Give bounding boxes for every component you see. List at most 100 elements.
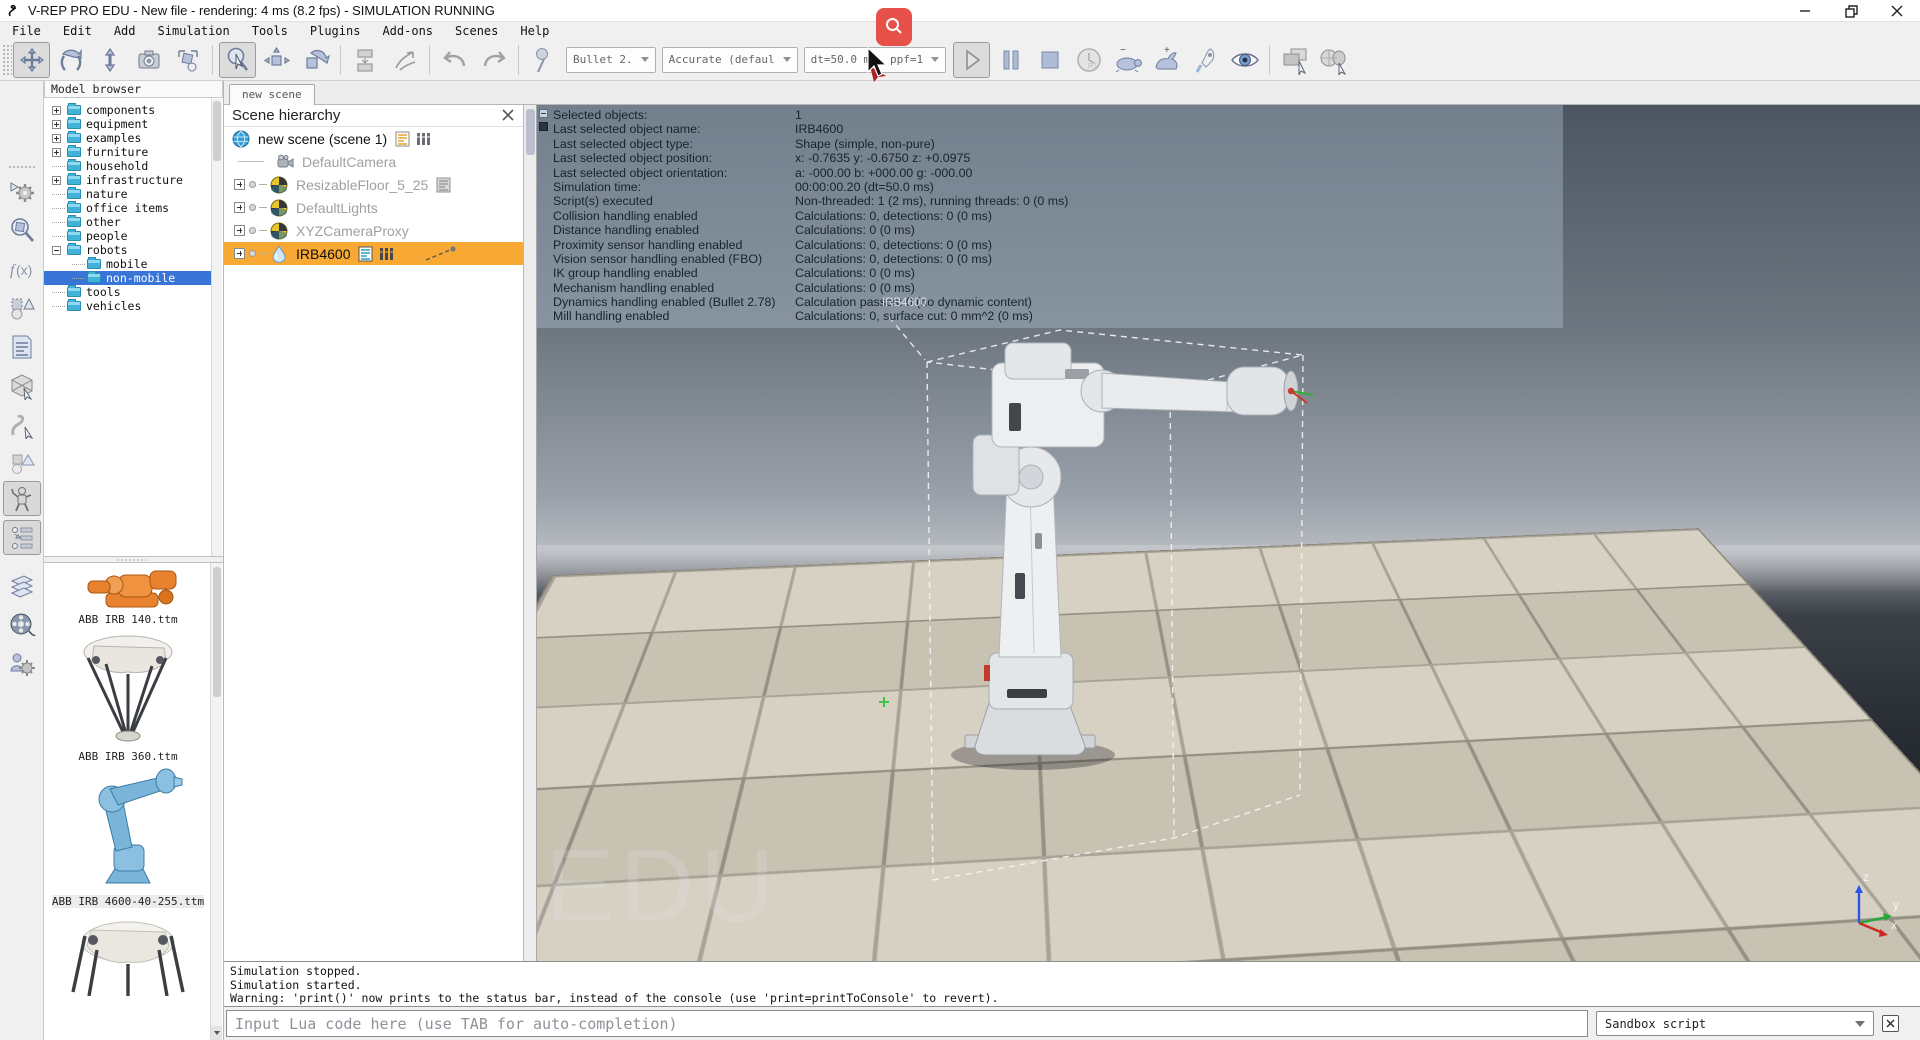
tab-new-scene[interactable]: new scene [229,84,315,105]
tree-item-household[interactable]: household [44,159,212,173]
toolbar-grip[interactable] [2,43,12,76]
tree-item-equipment[interactable]: equipment [44,117,212,131]
hierarchy-item-scene[interactable]: new scene (scene 1) [224,127,523,150]
script-icon[interactable] [436,177,451,193]
pick-button[interactable] [525,42,562,78]
menu-file[interactable]: File [12,24,41,38]
expander-icon[interactable] [52,105,61,115]
undo-button[interactable] [436,42,473,78]
script-icon[interactable] [358,246,373,262]
tree-item-robots[interactable]: robots [44,243,212,257]
simulation-settings-button[interactable] [3,173,41,208]
hierarchy-item-irb4600[interactable]: IRB4600 [224,242,523,265]
menu-help[interactable]: Help [520,24,549,38]
tree-item-examples[interactable]: examples [44,131,212,145]
close-hierarchy-button[interactable] [501,108,517,124]
scene-hierarchy-toggle-button[interactable] [3,520,41,555]
scene-script-icon[interactable] [395,131,410,147]
tree-item-other[interactable]: other [44,215,212,229]
layer-bars-icon[interactable] [416,131,431,147]
expander-icon[interactable] [234,225,245,236]
restore-button[interactable] [1828,0,1874,22]
transfer-dna-button[interactable] [386,42,423,78]
tree-item-vehicles[interactable]: vehicles [44,299,212,313]
tree-item-tools[interactable]: tools [44,285,212,299]
hierarchy-scrollbar[interactable] [524,105,537,961]
object-shift-button[interactable] [258,42,295,78]
menu-addons[interactable]: Add-ons [382,24,433,38]
camera-angle-button[interactable] [169,42,206,78]
expander-icon[interactable] [52,245,61,255]
calculation-modules-button[interactable]: f (x) [3,251,41,286]
close-lua-bar-button[interactable] [1882,1015,1899,1032]
hierarchy-item-defaultlights[interactable]: DefaultLights [224,196,523,219]
menu-scenes[interactable]: Scenes [455,24,498,38]
visibility-dot[interactable] [249,204,256,211]
tree-item-components[interactable]: components [44,103,212,117]
camera-zoom-button[interactable] [91,42,128,78]
visibility-dot[interactable] [249,227,256,234]
lua-code-input[interactable] [226,1010,1588,1037]
tree-item-infrastructure[interactable]: infrastructure [44,173,212,187]
menu-add[interactable]: Add [114,24,136,38]
path-edit-mode-button[interactable] [3,407,41,442]
model-thumbnail-irb140[interactable]: ABB IRB 140.ttm [44,567,212,626]
camera-rotate-button[interactable] [52,42,89,78]
tree-item-people[interactable]: people [44,229,212,243]
scripts-button[interactable] [3,329,41,364]
object-rotate-button[interactable] [297,42,334,78]
speed-up-button[interactable]: + [1148,42,1185,78]
model-list-scrollbar[interactable] [210,563,222,1040]
hierarchy-item-xyzcameraproxy[interactable]: XYZCameraProxy [224,219,523,242]
collections-button[interactable] [3,290,41,325]
visibility-layers-button[interactable] [1226,42,1263,78]
physics-engine-select[interactable]: Bullet 2. [566,46,656,73]
object-select-button[interactable] [219,41,256,78]
simulation-accuracy-select[interactable]: Accurate (defaul [661,46,798,73]
model-browser-toggle-button[interactable] [3,481,41,516]
collapse-overlay-button[interactable] [539,109,548,118]
user-settings-button[interactable] [3,646,41,681]
tree-item-office-items[interactable]: office items [44,201,212,215]
tree-item-nature[interactable]: nature [44,187,212,201]
expander-icon[interactable] [234,248,245,259]
redo-button[interactable] [475,42,512,78]
expander-icon[interactable] [52,119,61,129]
tree-item-non-mobile[interactable]: non-mobile [44,271,212,285]
camera-pan-button[interactable] [13,41,50,78]
expander-icon[interactable] [52,175,61,185]
hierarchy-item-resizablefloor[interactable]: ResizableFloor_5_25 [224,173,523,196]
start-simulation-button[interactable] [953,41,991,78]
pause-simulation-button[interactable] [992,42,1029,78]
visibility-dot[interactable] [249,181,256,188]
camera-fit-button[interactable] [130,42,167,78]
viewport-3d[interactable]: EDU Selected objects: 1 Last selected ob… [537,105,1920,961]
model-thumbnail-partial[interactable] [44,912,212,996]
assemble-button[interactable] [347,42,384,78]
model-thumbnail-irb360[interactable]: ABB IRB 360.ttm [44,630,212,763]
shape-edit-mode-button[interactable] [3,368,41,403]
tree-item-furniture[interactable]: furniture [44,145,212,159]
layers-button[interactable] [3,568,41,603]
expander-icon[interactable] [52,133,61,143]
camera-selector-button[interactable] [1315,42,1352,78]
hierarchy-item-defaultcamera[interactable]: DefaultCamera [224,150,523,173]
expander-icon[interactable] [234,179,245,190]
real-time-toggle-button[interactable]: RT [1070,42,1107,78]
scene-object-properties-button[interactable] [3,212,41,247]
page-selector-button[interactable] [1276,42,1313,78]
expander-icon[interactable] [52,147,61,157]
layer-bars-icon[interactable] [379,246,394,262]
stop-simulation-button[interactable] [1031,42,1068,78]
browser-splitter[interactable] [44,556,223,563]
selection-info-button[interactable] [3,446,41,481]
menu-plugins[interactable]: Plugins [310,24,361,38]
menu-simulation[interactable]: Simulation [158,24,230,38]
close-button[interactable] [1874,0,1920,22]
scroll-down-button[interactable] [211,1026,222,1040]
overlay-gutter-box[interactable] [539,122,548,131]
threaded-rendering-button[interactable] [1187,42,1224,78]
tree-item-mobile[interactable]: mobile [44,257,212,271]
menu-tools[interactable]: Tools [252,24,288,38]
script-selector[interactable]: Sandbox script [1596,1011,1874,1036]
